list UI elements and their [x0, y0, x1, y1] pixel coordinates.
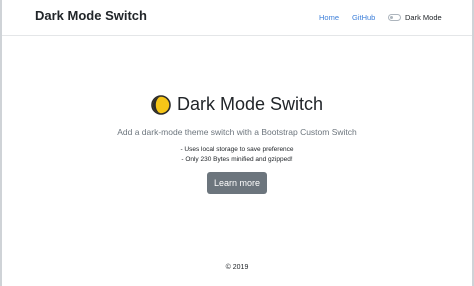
- dark-mode-switch[interactable]: Dark Mode: [388, 12, 442, 22]
- navbar: Dark Mode Switch Home GitHub Dark Mode: [2, 0, 472, 36]
- nav-link-github[interactable]: GitHub: [352, 13, 375, 22]
- page-title-text: Dark Mode Switch: [176, 94, 324, 114]
- nav-link-home[interactable]: Home: [319, 13, 339, 22]
- lead-text: Add a dark-mode theme switch with a Boot…: [117, 126, 357, 137]
- copyright-text: © 2019: [225, 264, 249, 271]
- feature-item: - Uses local storage to save preference: [180, 145, 294, 153]
- footer: © 2019: [2, 264, 472, 271]
- page-title: Dark Mode Switch: [151, 94, 323, 115]
- moon-icon: [151, 94, 171, 115]
- navbar-brand[interactable]: Dark Mode Switch: [35, 8, 147, 23]
- learn-more-button[interactable]: Learn more: [207, 171, 267, 194]
- feature-list: - Uses local storage to save preference …: [2, 145, 472, 165]
- switch-track[interactable]: [388, 13, 401, 21]
- switch-knob: [390, 15, 393, 19]
- feature-item: - Only 230 Bytes minified and gzipped!: [181, 155, 293, 163]
- dark-mode-switch-label[interactable]: Dark Mode: [405, 13, 442, 22]
- hero-section: Dark Mode Switch Add a dark-mode theme s…: [2, 94, 472, 194]
